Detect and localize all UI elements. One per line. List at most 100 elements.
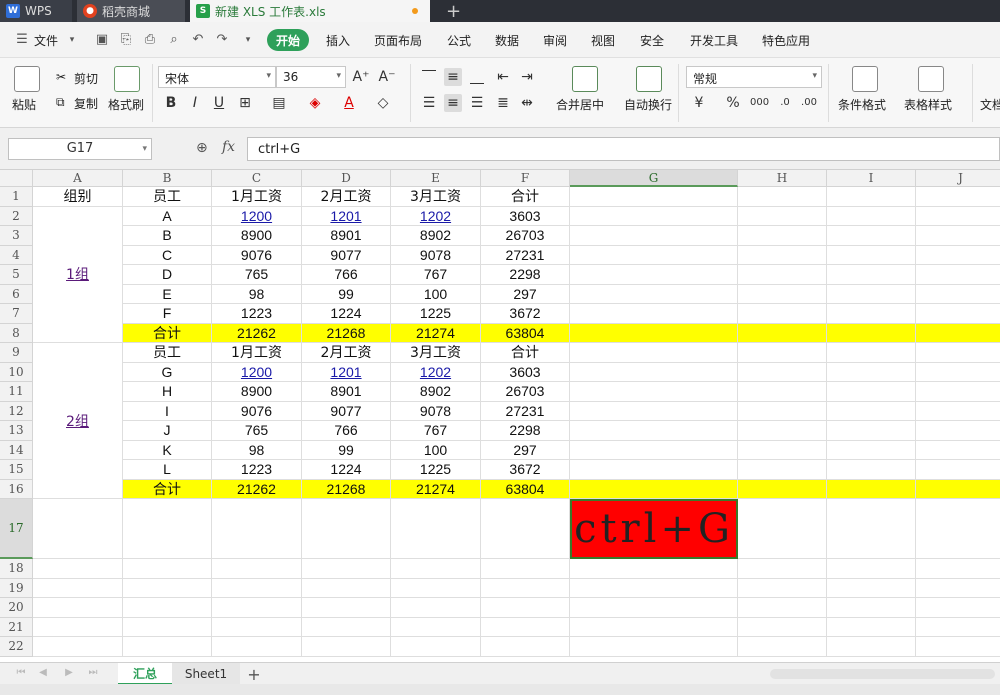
indent-decrease-icon[interactable]: ⇤: [494, 68, 512, 86]
row-header[interactable]: 15: [0, 460, 33, 480]
grid-cell[interactable]: [738, 265, 827, 285]
row-header[interactable]: 8: [0, 323, 33, 343]
data-cell[interactable]: 2298: [481, 265, 570, 285]
grid-cell[interactable]: [33, 598, 123, 618]
data-cell[interactable]: 1202: [391, 362, 481, 382]
data-cell[interactable]: 1202: [391, 206, 481, 226]
grid-cell[interactable]: [570, 226, 738, 246]
menu-special[interactable]: 特色应用: [762, 32, 810, 49]
paste-icon[interactable]: [14, 66, 40, 92]
grid-cell[interactable]: [738, 479, 827, 499]
grid-cell[interactable]: [391, 578, 481, 598]
customize-chevron-icon[interactable]: ▾: [240, 32, 256, 48]
row-header[interactable]: 22: [0, 637, 33, 657]
align-left-icon[interactable]: ☰: [420, 94, 438, 112]
grid-cell[interactable]: [33, 617, 123, 637]
grid-cell[interactable]: [212, 598, 302, 618]
redo-icon[interactable]: ↷: [214, 32, 230, 48]
selected-cell-g17[interactable]: ctrl+G: [570, 499, 738, 559]
data-cell[interactable]: 1200: [212, 362, 302, 382]
grid-cell[interactable]: [570, 460, 738, 480]
grid-cell[interactable]: [827, 284, 916, 304]
grid-cell[interactable]: [827, 617, 916, 637]
row-header[interactable]: 10: [0, 362, 33, 382]
fill-color-icon[interactable]: ◈: [306, 94, 324, 112]
data-cell[interactable]: 8900: [212, 226, 302, 246]
new-tab-button[interactable]: +: [440, 0, 470, 22]
grid-cell[interactable]: [302, 499, 391, 559]
data-cell[interactable]: 27231: [481, 401, 570, 421]
percent-icon[interactable]: %: [724, 94, 742, 112]
row-header[interactable]: 9: [0, 343, 33, 363]
data-cell[interactable]: 9076: [212, 245, 302, 265]
grid-cell[interactable]: [827, 343, 916, 363]
row-header[interactable]: 6: [0, 284, 33, 304]
grid-cell[interactable]: [738, 187, 827, 207]
grid-cell[interactable]: [570, 245, 738, 265]
grid-cell[interactable]: [123, 559, 212, 579]
grid-cell[interactable]: [570, 187, 738, 207]
data-cell[interactable]: 8902: [391, 226, 481, 246]
align-center-icon[interactable]: ≡: [444, 94, 462, 112]
data-cell[interactable]: 1225: [391, 304, 481, 324]
bold-icon[interactable]: B: [162, 94, 180, 112]
total-cell[interactable]: 21262: [212, 323, 302, 343]
grid-cell[interactable]: [916, 559, 1000, 579]
header-cell[interactable]: 1月工资: [212, 187, 302, 207]
grid-cell[interactable]: [33, 578, 123, 598]
menu-insert[interactable]: 插入: [326, 32, 350, 49]
grid-cell[interactable]: [738, 440, 827, 460]
grid-cell[interactable]: [916, 304, 1000, 324]
grid-cell[interactable]: [916, 363, 1000, 382]
data-cell[interactable]: 1225: [391, 460, 481, 480]
grid-cell[interactable]: [738, 206, 827, 226]
grid-cell[interactable]: [827, 187, 916, 207]
number-format-select[interactable]: 常规 ▾: [686, 66, 822, 88]
print-preview-icon[interactable]: ⌕: [166, 32, 182, 48]
underline-icon[interactable]: U: [210, 94, 228, 112]
next-sheet-icon[interactable]: ▶: [62, 667, 76, 681]
row-header[interactable]: 5: [0, 265, 33, 285]
header-cell[interactable]: 员工: [123, 187, 212, 207]
conditional-format-button[interactable]: 条件格式: [838, 96, 886, 113]
row-header[interactable]: 13: [0, 421, 33, 441]
grid-cell[interactable]: [212, 578, 302, 598]
fx-icon[interactable]: fx: [222, 139, 235, 155]
grid-cell[interactable]: [916, 460, 1000, 480]
grid-cell[interactable]: [302, 578, 391, 598]
grid-cell[interactable]: [827, 460, 916, 480]
total-cell[interactable]: 21268: [302, 323, 391, 343]
thousands-icon[interactable]: 000: [750, 94, 769, 112]
formula-input[interactable]: ctrl+G: [247, 137, 1000, 161]
tab-wps[interactable]: W WPS: [0, 0, 72, 22]
grid-cell[interactable]: [738, 304, 827, 324]
tab-daoke-store[interactable]: ● 稻壳商城: [77, 0, 185, 22]
data-cell[interactable]: 8901: [302, 382, 391, 402]
add-sheet-button[interactable]: +: [244, 663, 264, 685]
data-cell[interactable]: 3672: [481, 304, 570, 324]
data-cell[interactable]: 98: [212, 440, 302, 460]
menu-data[interactable]: 数据: [495, 32, 519, 49]
data-cell[interactable]: 27231: [481, 245, 570, 265]
font-family-select[interactable]: 宋体 ▾: [158, 66, 276, 88]
grid-cell[interactable]: [481, 598, 570, 618]
data-cell[interactable]: 98: [212, 284, 302, 304]
data-cell[interactable]: 26703: [481, 226, 570, 246]
row-header[interactable]: 3: [0, 226, 33, 246]
data-cell[interactable]: 99: [302, 440, 391, 460]
data-cell[interactable]: H: [123, 382, 212, 402]
grid-cell[interactable]: [570, 617, 738, 637]
data-cell[interactable]: 8902: [391, 382, 481, 402]
italic-icon[interactable]: I: [186, 94, 204, 112]
name-box[interactable]: G17 ▾: [8, 138, 152, 160]
grid-cell[interactable]: [738, 343, 827, 363]
grid-cell[interactable]: [391, 499, 481, 559]
data-cell[interactable]: I: [123, 401, 212, 421]
justify-icon[interactable]: ≣: [494, 94, 512, 112]
grid-cell[interactable]: [481, 499, 570, 559]
grid-cell[interactable]: [123, 499, 212, 559]
grid-cell[interactable]: [827, 499, 916, 559]
sheet-tab-summary[interactable]: 汇总: [118, 663, 172, 685]
row-header[interactable]: 2: [0, 206, 33, 226]
grid-cell[interactable]: [570, 206, 738, 226]
